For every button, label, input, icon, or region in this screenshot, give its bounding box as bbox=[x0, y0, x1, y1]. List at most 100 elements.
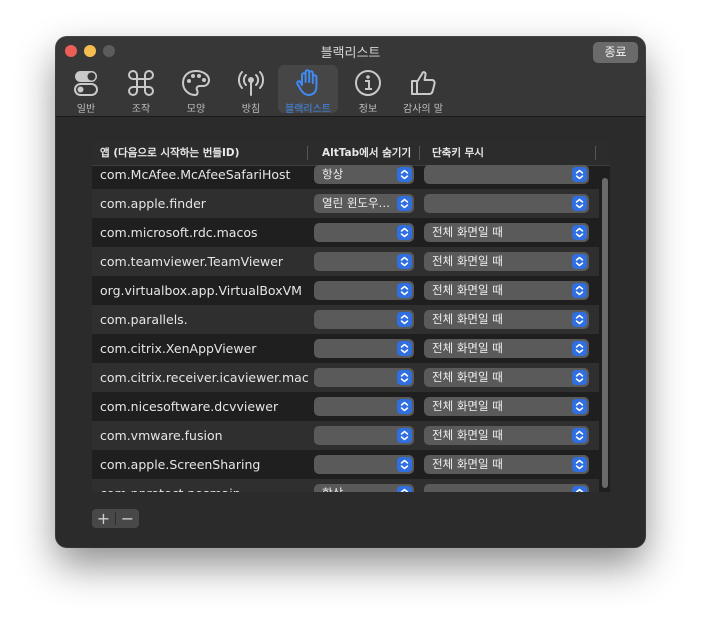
popup-value: 전체 화면일 때 bbox=[432, 428, 503, 442]
table-row[interactable]: com.apple.finder 열린 윈도우… bbox=[92, 189, 599, 218]
scrollbar-thumb[interactable] bbox=[602, 178, 608, 488]
app-bundle-id[interactable]: com.microsoft.rdc.macos bbox=[100, 218, 258, 247]
table-row[interactable]: com.citrix.receiver.icaviewer.mac 전체 화면일 … bbox=[92, 363, 599, 392]
tab-appearance[interactable]: 모양 bbox=[166, 65, 226, 115]
tab-label: 정보 bbox=[358, 104, 378, 115]
table-row[interactable]: com.vmware.fusion 전체 화면일 때 bbox=[92, 421, 599, 450]
chevron-updown-icon bbox=[397, 341, 412, 356]
ignore-shortcuts-popup[interactable]: 전체 화면일 때 bbox=[424, 339, 589, 358]
ignore-shortcuts-popup[interactable] bbox=[424, 165, 589, 184]
table-row[interactable]: com.nprotect.nosmain 항상 bbox=[92, 479, 599, 492]
table-row[interactable]: com.McAfee.McAfeeSafariHost 항상 bbox=[92, 160, 599, 189]
hide-in-alttab-popup[interactable]: 항상 bbox=[314, 165, 414, 184]
hide-in-alttab-popup[interactable] bbox=[314, 397, 414, 416]
table-row[interactable]: com.nicesoftware.dcvviewer 전체 화면일 때 bbox=[92, 392, 599, 421]
hide-in-alttab-popup[interactable] bbox=[314, 223, 414, 242]
hide-in-alttab-popup[interactable]: 열린 윈도우… bbox=[314, 194, 414, 213]
popup-value: 열린 윈도우… bbox=[322, 196, 391, 210]
ignore-shortcuts-popup[interactable]: 전체 화면일 때 bbox=[424, 426, 589, 445]
tab-policies[interactable]: 방침 bbox=[221, 65, 281, 115]
hide-in-alttab-popup[interactable] bbox=[314, 252, 414, 271]
chevron-updown-icon bbox=[397, 196, 412, 211]
add-button[interactable]: + bbox=[92, 509, 115, 528]
hide-in-alttab-popup[interactable] bbox=[314, 455, 414, 474]
app-bundle-id[interactable]: com.teamviewer.TeamViewer bbox=[100, 247, 283, 276]
toggle-icon bbox=[56, 68, 116, 98]
antenna-icon bbox=[221, 68, 281, 98]
chevron-updown-icon bbox=[397, 254, 412, 269]
ignore-shortcuts-popup[interactable]: 전체 화면일 때 bbox=[424, 252, 589, 271]
popup-value: 전체 화면일 때 bbox=[432, 283, 503, 297]
table-row[interactable]: com.apple.ScreenSharing 전체 화면일 때 bbox=[92, 450, 599, 479]
tab-label: 조작 bbox=[131, 104, 151, 115]
popup-value: 항상 bbox=[322, 486, 343, 492]
popup-value: 전체 화면일 때 bbox=[432, 254, 503, 268]
chevron-updown-icon bbox=[397, 457, 412, 472]
tab-label: 일반 bbox=[76, 104, 96, 115]
chevron-updown-icon bbox=[572, 167, 587, 182]
hide-in-alttab-popup[interactable] bbox=[314, 339, 414, 358]
tab-blacklist[interactable]: 블랙리스트 bbox=[278, 65, 338, 115]
tab-about[interactable]: 정보 bbox=[338, 65, 398, 115]
tab-controls[interactable]: 조작 bbox=[111, 65, 171, 115]
app-bundle-id[interactable]: com.apple.ScreenSharing bbox=[100, 450, 260, 479]
hide-in-alttab-popup[interactable]: 항상 bbox=[314, 484, 414, 492]
popup-value: 전체 화면일 때 bbox=[432, 225, 503, 239]
hide-in-alttab-popup[interactable] bbox=[314, 426, 414, 445]
app-bundle-id[interactable]: com.apple.finder bbox=[100, 189, 206, 218]
chevron-updown-icon bbox=[397, 312, 412, 327]
app-bundle-id[interactable]: com.citrix.receiver.icaviewer.mac bbox=[100, 363, 309, 392]
table-row[interactable]: org.virtualbox.app.VirtualBoxVM 전체 화면일 때 bbox=[92, 276, 599, 305]
app-bundle-id[interactable]: com.parallels. bbox=[100, 305, 188, 334]
add-remove-control: + − bbox=[92, 509, 139, 528]
remove-button[interactable]: − bbox=[116, 509, 139, 528]
app-bundle-id[interactable]: com.McAfee.McAfeeSafariHost bbox=[100, 160, 290, 189]
app-bundle-id[interactable]: org.virtualbox.app.VirtualBoxVM bbox=[100, 276, 302, 305]
tab-general[interactable]: 일반 bbox=[56, 65, 116, 115]
hand-icon bbox=[278, 68, 338, 98]
chevron-updown-icon bbox=[572, 341, 587, 356]
tab-label: 모양 bbox=[186, 104, 206, 115]
popup-value: 전체 화면일 때 bbox=[432, 457, 503, 471]
chevron-updown-icon bbox=[397, 486, 412, 492]
table-row[interactable]: com.teamviewer.TeamViewer 전체 화면일 때 bbox=[92, 247, 599, 276]
app-bundle-id[interactable]: com.nicesoftware.dcvviewer bbox=[100, 392, 278, 421]
palette-icon bbox=[166, 68, 226, 98]
app-bundle-id[interactable]: com.nprotect.nosmain bbox=[100, 479, 241, 492]
popup-value: 전체 화면일 때 bbox=[432, 341, 503, 355]
app-bundle-id[interactable]: com.vmware.fusion bbox=[100, 421, 223, 450]
table-row[interactable]: com.citrix.XenAppViewer 전체 화면일 때 bbox=[92, 334, 599, 363]
chevron-updown-icon bbox=[397, 370, 412, 385]
quit-button[interactable]: 종료 bbox=[593, 42, 638, 63]
blacklist-table: 앱 (다음으로 시작하는 번들ID) AltTab에서 숨기기 단축키 무시 c… bbox=[92, 140, 610, 492]
hide-in-alttab-popup[interactable] bbox=[314, 310, 414, 329]
hide-in-alttab-popup[interactable] bbox=[314, 368, 414, 387]
chevron-updown-icon bbox=[572, 428, 587, 443]
chevron-updown-icon bbox=[572, 370, 587, 385]
table-row[interactable]: com.microsoft.rdc.macos 전체 화면일 때 bbox=[92, 218, 599, 247]
tab-acknowledgments[interactable]: 감사의 말 bbox=[393, 65, 453, 115]
ignore-shortcuts-popup[interactable]: 전체 화면일 때 bbox=[424, 368, 589, 387]
chevron-updown-icon bbox=[397, 225, 412, 240]
popup-value: 전체 화면일 때 bbox=[432, 370, 503, 384]
ignore-shortcuts-popup[interactable]: 전체 화면일 때 bbox=[424, 281, 589, 300]
ignore-shortcuts-popup[interactable]: 전체 화면일 때 bbox=[424, 223, 589, 242]
ignore-shortcuts-popup[interactable]: 전체 화면일 때 bbox=[424, 397, 589, 416]
vertical-scrollbar[interactable] bbox=[599, 166, 610, 492]
preferences-window: 블랙리스트 종료 일반 조작 모양 방침 블랙리스트 정보 감사의 말 앱 (다… bbox=[56, 37, 645, 547]
chevron-updown-icon bbox=[397, 167, 412, 182]
ignore-shortcuts-popup[interactable] bbox=[424, 484, 589, 492]
tab-label: 감사의 말 bbox=[403, 104, 443, 115]
ignore-shortcuts-popup[interactable] bbox=[424, 194, 589, 213]
column-divider bbox=[595, 146, 596, 160]
app-bundle-id[interactable]: com.citrix.XenAppViewer bbox=[100, 334, 256, 363]
ignore-shortcuts-popup[interactable]: 전체 화면일 때 bbox=[424, 310, 589, 329]
chevron-updown-icon bbox=[397, 399, 412, 414]
chevron-updown-icon bbox=[572, 399, 587, 414]
table-row[interactable]: com.parallels. 전체 화면일 때 bbox=[92, 305, 599, 334]
chevron-updown-icon bbox=[572, 196, 587, 211]
hide-in-alttab-popup[interactable] bbox=[314, 281, 414, 300]
ignore-shortcuts-popup[interactable]: 전체 화면일 때 bbox=[424, 455, 589, 474]
chevron-updown-icon bbox=[572, 457, 587, 472]
window-toolbar: 블랙리스트 종료 일반 조작 모양 방침 블랙리스트 정보 감사의 말 bbox=[56, 37, 645, 117]
